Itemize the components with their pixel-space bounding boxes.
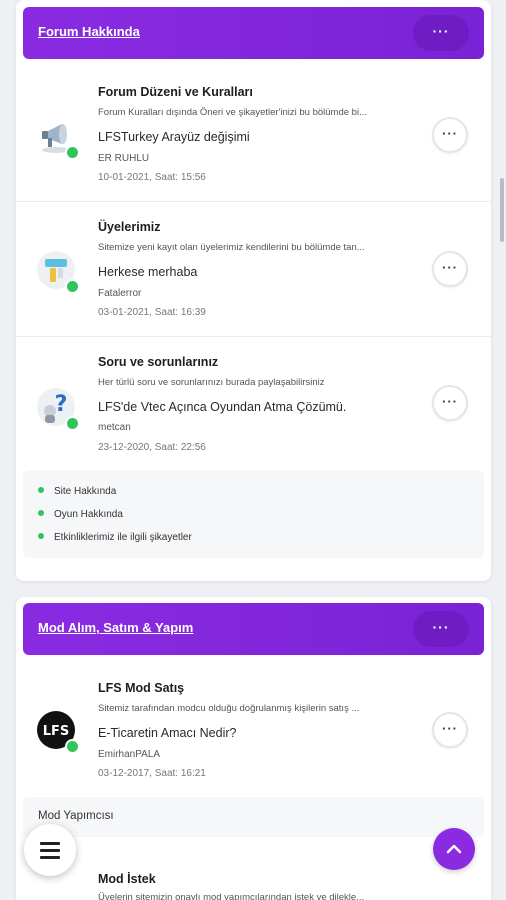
forum-title-link[interactable]: Üyelerimiz [98, 220, 161, 234]
subforum-list: Site Hakkında Oyun Hakkında Etkinlikleri… [23, 470, 484, 558]
category-options-button[interactable]: ··· [413, 611, 469, 647]
last-poster-link[interactable]: ER RUHLU [98, 153, 149, 164]
forum-description: Her türlü soru ve sorunlarınızı burada p… [98, 377, 325, 388]
forum-title-link[interactable]: Forum Düzeni ve Kuralları [98, 85, 253, 99]
last-poster-link[interactable]: metcan [98, 422, 131, 433]
members-icon [36, 250, 80, 294]
subforum-label: Etkinliklerimiz ile ilgili şikayetler [54, 532, 192, 543]
forum-title-link[interactable]: Mod İstek [98, 872, 156, 886]
forum-row: LFS LFS Mod Satış Sitemiz tarafından mod… [16, 661, 491, 796]
forum-options-button[interactable]: ··· [432, 251, 468, 287]
category-header: Forum Hakkında ··· [23, 7, 484, 59]
forum-title-link[interactable]: Soru ve sorunlarınız [98, 355, 218, 369]
hamburger-icon [40, 842, 60, 845]
scrollbar-thumb[interactable] [500, 178, 504, 242]
last-poster-link[interactable]: EmirhanPALA [98, 749, 160, 760]
chevron-up-icon [446, 844, 462, 854]
last-post-date: 03-01-2021, Saat: 16:39 [98, 307, 206, 318]
megaphone-icon [36, 116, 80, 160]
hamburger-icon-line [40, 849, 60, 852]
forum-title-link[interactable]: LFS Mod Satış [98, 681, 184, 695]
forum-row: Forum Düzeni ve Kuralları Forum Kurallar… [16, 67, 491, 202]
svg-text:LFS: LFS [43, 724, 70, 739]
subsection-header: Mod Yapımcısı [23, 797, 484, 837]
subforum-label: Oyun Hakkında [54, 509, 123, 520]
category-options-button[interactable]: ··· [413, 15, 469, 51]
last-post-date: 03-12-2017, Saat: 16:21 [98, 768, 206, 779]
last-poster-link[interactable]: Fatalerror [98, 288, 141, 299]
online-status-dot [65, 279, 80, 294]
lfs-logo-icon: LFS [36, 710, 80, 754]
svg-text:?: ? [55, 392, 68, 417]
forum-description: Sitemiz tarafından modcu olduğu doğrulan… [98, 703, 360, 714]
last-post-date: 23-12-2020, Saat: 22:56 [98, 442, 206, 453]
menu-button[interactable] [24, 824, 76, 876]
forum-description: Üyelerin sitemizin onaylı mod yapımcılar… [98, 892, 365, 900]
forum-options-button[interactable]: ··· [432, 712, 468, 748]
last-thread-link[interactable]: E-Ticaretin Amacı Nedir? [98, 726, 236, 740]
subforum-link[interactable]: Etkinliklerimiz ile ilgili şikayetler [38, 532, 192, 543]
category-title-link[interactable]: Mod Alım, Satım & Yapım [38, 620, 193, 635]
forum-row: Üyelerimiz Sitemize yeni kayıt olan üyel… [16, 202, 491, 337]
subsection-label: Mod Yapımcısı [38, 810, 114, 822]
subforum-label: Site Hakkında [54, 486, 117, 497]
forum-options-button[interactable]: ··· [432, 117, 468, 153]
subforum-link[interactable]: Oyun Hakkında [38, 509, 123, 520]
last-thread-link[interactable]: Herkese merhaba [98, 265, 197, 279]
category-title-link[interactable]: Forum Hakkında [38, 24, 140, 39]
forum-options-button[interactable]: ··· [432, 385, 468, 421]
online-status-dot [65, 145, 80, 160]
online-status-dot [65, 739, 80, 754]
online-status-dot [38, 510, 44, 516]
online-status-dot [38, 533, 44, 539]
hamburger-icon-line [40, 856, 60, 859]
question-icon: ? [36, 387, 80, 431]
last-thread-link[interactable]: LFSTurkey Arayüz değişimi [98, 130, 250, 144]
last-thread-link[interactable]: LFS'de Vtec Açınca Oyundan Atma Çözümü. [98, 400, 346, 414]
category-header: Mod Alım, Satım & Yapım ··· [23, 603, 484, 655]
scroll-to-top-button[interactable] [433, 828, 475, 870]
forum-description: Forum Kuralları dışında Öneri ve şikayet… [98, 107, 367, 118]
forum-description: Sitemize yeni kayıt olan üyelerimiz kend… [98, 242, 365, 253]
last-post-date: 10-01-2021, Saat: 15:56 [98, 172, 206, 183]
online-status-dot [65, 416, 80, 431]
online-status-dot [38, 487, 44, 493]
category-card-forum-hakkinda: Forum Hakkında ··· Forum Düzeni ve Kural… [16, 0, 491, 581]
subforum-link[interactable]: Site Hakkında [38, 486, 116, 497]
category-card-mod: Mod Alım, Satım & Yapım ··· LFS LFS Mod … [16, 597, 491, 900]
forum-row: ? Soru ve sorunlarınız Her türlü soru ve… [16, 337, 491, 472]
